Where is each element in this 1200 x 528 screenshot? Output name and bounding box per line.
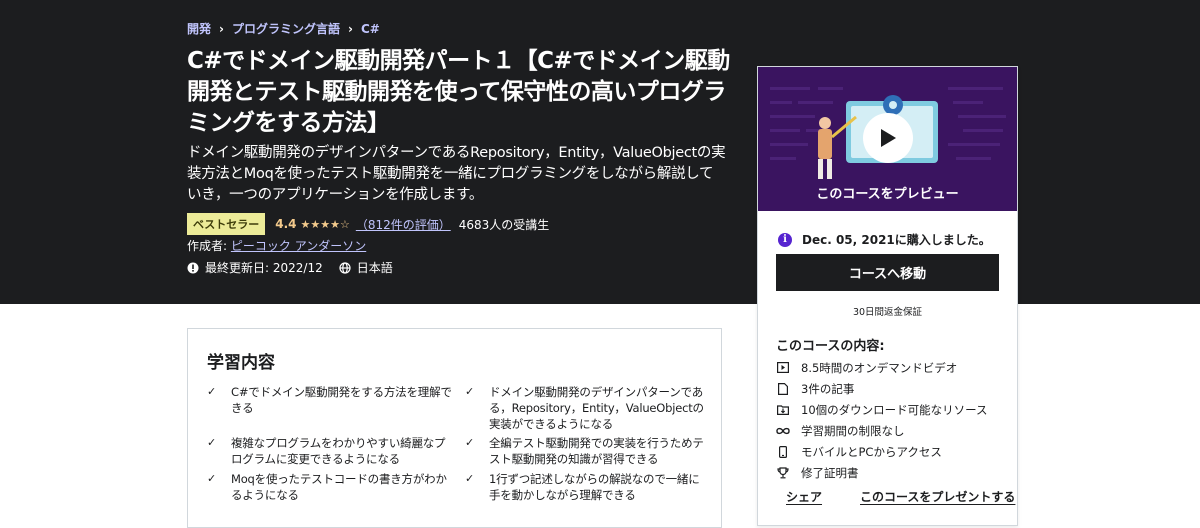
list-item: モバイルとPCからアクセス bbox=[776, 441, 988, 462]
check-icon: ✓ bbox=[465, 472, 475, 485]
check-icon: ✓ bbox=[207, 472, 217, 485]
globe-icon bbox=[339, 261, 351, 274]
list-item: 修了証明書 bbox=[776, 462, 988, 483]
share-button[interactable]: シェア bbox=[786, 488, 822, 505]
info-icon: i bbox=[778, 232, 792, 247]
breadcrumb-item-csharp[interactable]: C# bbox=[361, 22, 380, 36]
breadcrumb-item-development[interactable]: 開発 bbox=[187, 20, 211, 37]
course-header: 開発 › プログラミング言語 › C# C#でドメイン駆動開発パート１【C#でド… bbox=[0, 0, 1200, 304]
check-icon: ✓ bbox=[207, 436, 217, 449]
list-item: ✓ 1行ずつ記述しながらの解説なので一緒に手を動かしながら理解できる bbox=[465, 471, 710, 503]
course-subtitle: ドメイン駆動開発のデザインパターンであるRepository，Entity，Va… bbox=[187, 145, 726, 203]
list-item: 8.5時間のオンデマンドビデオ bbox=[776, 357, 988, 378]
include-label: モバイルとPCからアクセス bbox=[801, 444, 942, 459]
include-label: 3件の記事 bbox=[801, 381, 855, 396]
list-item: ✓ Moqを使ったテストコードの書き方がわかるようになる bbox=[207, 471, 452, 503]
course-preview[interactable]: このコースをプレビュー bbox=[758, 67, 1017, 211]
gift-course-button[interactable]: このコースをプレゼントする bbox=[860, 488, 1015, 505]
rating-row: ベストセラー 4.4 ★★★★☆ （812件の評価） 4683人の受講生 bbox=[187, 213, 549, 235]
star-rating-icon: ★★★★☆ bbox=[300, 217, 350, 231]
list-item: ✓ 全編テスト駆動開発での実装を行うためテスト駆動開発の知識が習得できる bbox=[465, 435, 710, 467]
chevron-right-icon: › bbox=[219, 21, 224, 36]
infinity-icon bbox=[776, 427, 790, 435]
video-icon bbox=[776, 362, 790, 373]
creator-line: 作成者: ピーコック アンダーソン bbox=[187, 237, 366, 254]
list-item: 3件の記事 bbox=[776, 378, 988, 399]
student-count: 4683人の受講生 bbox=[458, 217, 550, 232]
learn-item-text: C#でドメイン駆動開発をする方法を理解できる bbox=[231, 385, 452, 415]
include-label: 10個のダウンロード可能なリソース bbox=[801, 402, 988, 417]
creator-label: 作成者: bbox=[187, 239, 228, 253]
play-button[interactable] bbox=[863, 113, 913, 163]
course-title: C#でドメイン駆動開発パート１【C#でドメイン駆動開発とテスト駆動開発を使って保… bbox=[187, 48, 730, 136]
what-you-will-learn: 学習内容 ✓ C#でドメイン駆動開発をする方法を理解できる ✓ ドメイン駆動開発… bbox=[187, 328, 722, 528]
purchase-sidebar: このコースをプレビュー i Dec. 05, 2021に購入しました。 コースへ… bbox=[757, 66, 1018, 526]
rating-count-link[interactable]: （812件の評価） bbox=[356, 216, 451, 233]
include-label: 8.5時間のオンデマンドビデオ bbox=[801, 360, 958, 375]
money-back-guarantee: 30日間返金保証 bbox=[852, 307, 923, 318]
breadcrumb: 開発 › プログラミング言語 › C# bbox=[187, 20, 380, 37]
list-item: 学習期間の制限なし bbox=[776, 420, 988, 441]
learn-item-text: 1行ずつ記述しながらの解説なので一緒に手を動かしながら理解できる bbox=[489, 472, 700, 502]
download-icon bbox=[776, 404, 790, 415]
trophy-icon bbox=[776, 466, 790, 479]
list-item: 10個のダウンロード可能なリソース bbox=[776, 399, 988, 420]
includes-list: 8.5時間のオンデマンドビデオ 3件の記事 10個のダウンロード可能なリソース … bbox=[776, 357, 988, 483]
learn-item-text: 全編テスト駆動開発での実装を行うためテスト駆動開発の知識が習得できる bbox=[489, 436, 704, 466]
purchase-status: i Dec. 05, 2021に購入しました。 bbox=[778, 231, 991, 248]
list-item: ✓ 複雑なプログラムをわかりやすい綺麗なプログラムに変更できるようになる bbox=[207, 435, 452, 467]
chevron-right-icon: › bbox=[347, 21, 353, 36]
play-icon bbox=[881, 129, 896, 147]
creator-link[interactable]: ピーコック アンダーソン bbox=[231, 239, 366, 253]
share-row: シェア このコースをプレゼントする bbox=[786, 488, 1015, 505]
preview-label: このコースをプレビュー bbox=[816, 187, 959, 202]
article-icon bbox=[776, 382, 790, 395]
learn-item-text: Moqを使ったテストコードの書き方がわかるようになる bbox=[231, 472, 447, 502]
check-icon: ✓ bbox=[465, 385, 475, 398]
includes-title: このコースの内容: bbox=[776, 339, 885, 354]
course-language: 日本語 bbox=[356, 261, 393, 275]
include-label: 学習期間の制限なし bbox=[801, 423, 905, 438]
purchase-date: Dec. 05, 2021に購入しました。 bbox=[802, 233, 991, 247]
include-label: 修了証明書 bbox=[801, 465, 859, 480]
learn-item-text: 複雑なプログラムをわかりやすい綺麗なプログラムに変更できるようになる bbox=[231, 436, 446, 466]
list-item: ✓ ドメイン駆動開発のデザインパターンである，Repository，Entity… bbox=[465, 384, 710, 432]
alert-icon bbox=[187, 262, 199, 274]
mobile-icon bbox=[776, 445, 790, 458]
learn-item-text: ドメイン駆動開発のデザインパターンである，Repository，Entity，V… bbox=[489, 385, 704, 431]
breadcrumb-item-programming-languages[interactable]: プログラミング言語 bbox=[232, 20, 340, 37]
check-icon: ✓ bbox=[465, 436, 475, 449]
rating-value: 4.4 bbox=[275, 217, 297, 231]
list-item: ✓ C#でドメイン駆動開発をする方法を理解できる bbox=[207, 384, 452, 416]
check-icon: ✓ bbox=[207, 385, 217, 398]
learn-title: 学習内容 bbox=[207, 353, 275, 373]
bestseller-badge: ベストセラー bbox=[187, 213, 266, 235]
go-to-course-button[interactable]: コースへ移動 bbox=[776, 254, 999, 291]
course-meta: 最終更新日: 2022/12 日本語 bbox=[187, 259, 393, 276]
last-updated: 最終更新日: 2022/12 bbox=[205, 261, 323, 275]
